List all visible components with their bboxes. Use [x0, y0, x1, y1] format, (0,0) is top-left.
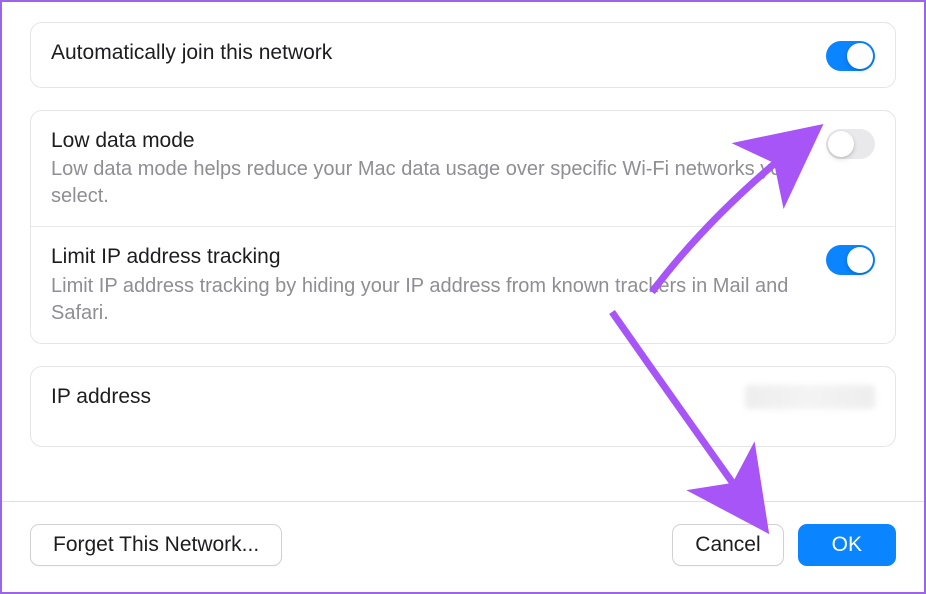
forget-network-button[interactable]: Forget This Network... [30, 524, 282, 566]
low-data-description: Low data mode helps reduce your Mac data… [51, 156, 806, 210]
ok-button[interactable]: OK [798, 524, 896, 566]
ip-address-card: IP address [30, 366, 896, 447]
ip-address-label: IP address [51, 383, 725, 410]
limit-ip-toggle[interactable] [826, 245, 875, 275]
toggle-knob [828, 131, 854, 157]
limit-ip-label: Limit IP address tracking [51, 243, 806, 270]
ip-address-row: IP address [31, 367, 895, 446]
auto-join-toggle[interactable] [826, 41, 875, 71]
toggle-knob [847, 247, 873, 273]
low-data-text: Low data mode Low data mode helps reduce… [51, 127, 826, 210]
footer-bar: Forget This Network... Cancel OK [2, 501, 924, 592]
ip-address-value-redacted [745, 385, 875, 409]
ip-address-text: IP address [51, 383, 745, 410]
auto-join-text: Automatically join this network [51, 39, 826, 66]
footer-right-buttons: Cancel OK [672, 524, 896, 566]
auto-join-card: Automatically join this network [30, 22, 896, 88]
limit-ip-description: Limit IP address tracking by hiding your… [51, 273, 806, 327]
limit-ip-row: Limit IP address tracking Limit IP addre… [31, 226, 895, 342]
low-data-label: Low data mode [51, 127, 806, 154]
cancel-button[interactable]: Cancel [672, 524, 783, 566]
limit-ip-text: Limit IP address tracking Limit IP addre… [51, 243, 826, 326]
settings-content: Automatically join this network Low data… [2, 2, 924, 447]
auto-join-row: Automatically join this network [31, 23, 895, 87]
auto-join-label: Automatically join this network [51, 39, 806, 66]
low-data-toggle[interactable] [826, 129, 875, 159]
data-tracking-card: Low data mode Low data mode helps reduce… [30, 110, 896, 344]
toggle-knob [847, 43, 873, 69]
low-data-row: Low data mode Low data mode helps reduce… [31, 111, 895, 226]
